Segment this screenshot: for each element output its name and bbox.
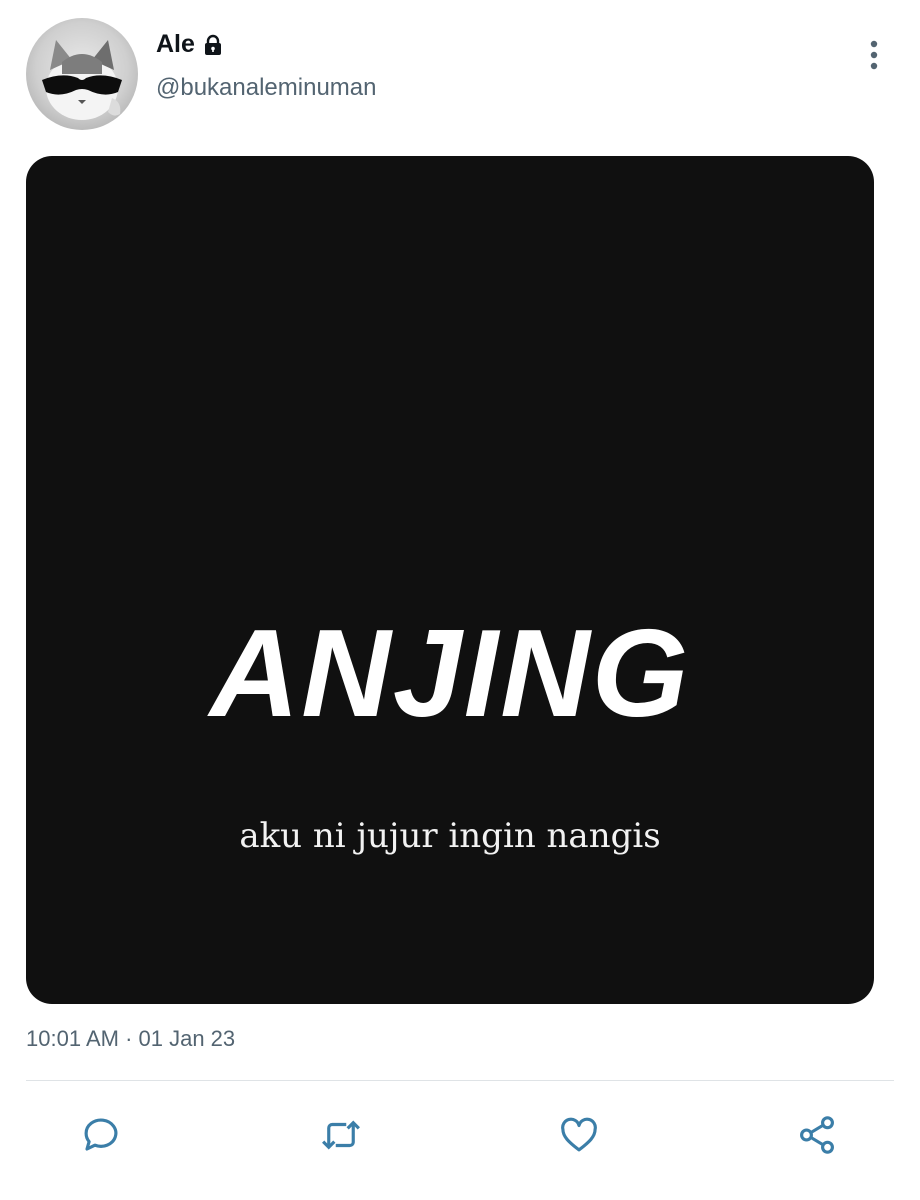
media-caption: aku ni jujur ingin nangis: [239, 816, 661, 856]
share-icon: [800, 1116, 834, 1154]
more-vertical-icon[interactable]: [858, 38, 890, 72]
retweet-button[interactable]: [318, 1112, 364, 1158]
reply-button[interactable]: [78, 1112, 124, 1158]
like-button[interactable]: [556, 1112, 602, 1158]
svg-text:ANJING: ANJING: [207, 608, 691, 743]
reply-icon: [84, 1118, 118, 1151]
avatar[interactable]: [26, 18, 138, 130]
display-name-text: Ale: [156, 30, 195, 58]
tweet-timestamp[interactable]: 10:01 AM · 01 Jan 23: [26, 1026, 235, 1052]
media-headline: ANJING: [207, 608, 691, 743]
author-display-name[interactable]: Ale: [156, 30, 225, 59]
tweet-media-image[interactable]: ANJING aku ni jujur ingin nangis: [26, 156, 874, 1004]
heart-icon: [561, 1117, 597, 1152]
retweet-icon: [322, 1120, 360, 1150]
divider: [26, 1080, 894, 1081]
lock-icon: [201, 33, 225, 57]
share-button[interactable]: [794, 1112, 840, 1158]
cat-avatar-image: [42, 40, 122, 120]
author-handle[interactable]: @bukanaleminuman: [156, 74, 377, 102]
